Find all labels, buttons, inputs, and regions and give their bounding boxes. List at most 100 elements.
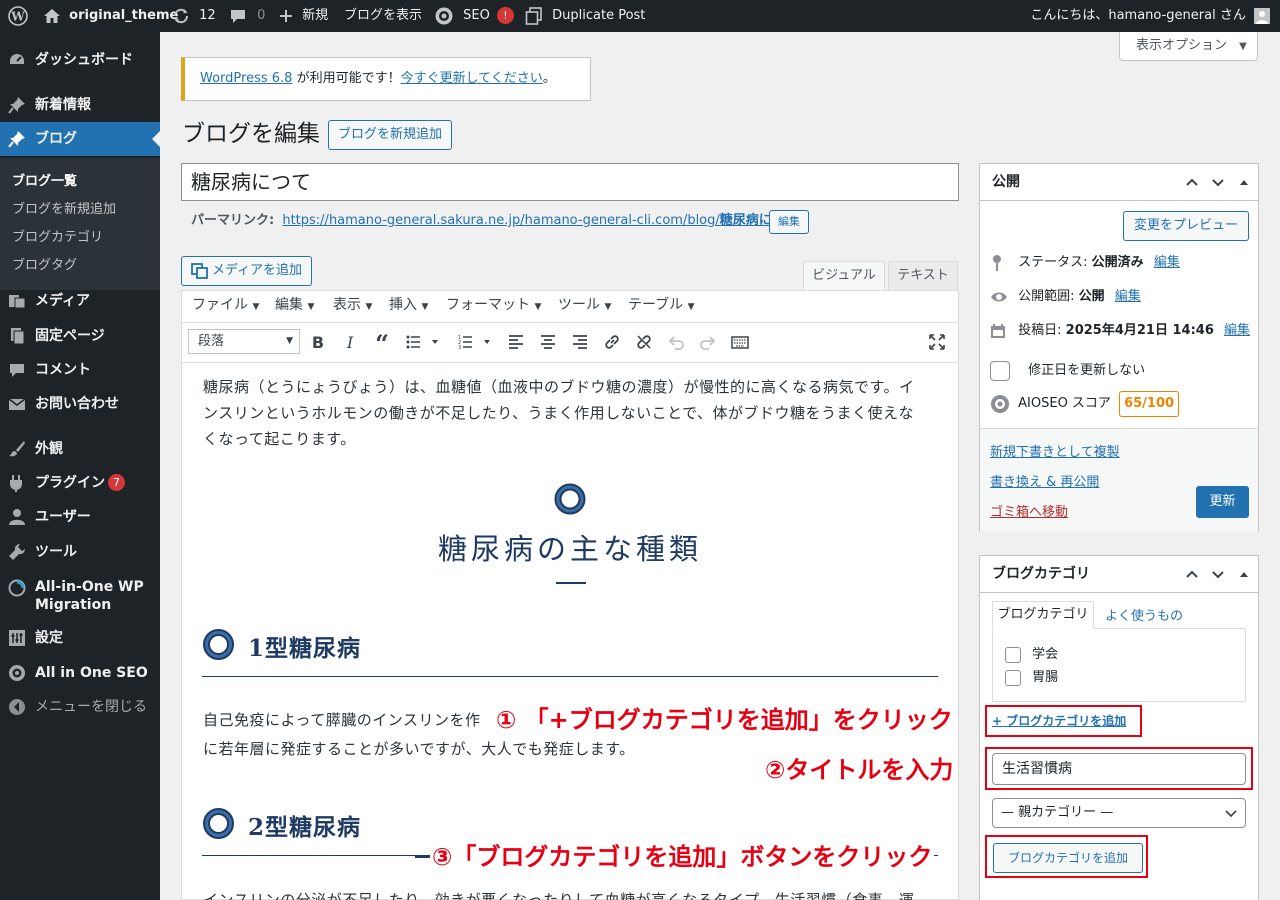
chevron-down-icon[interactable] (1210, 174, 1226, 190)
menu-appearance[interactable]: 外観 (0, 432, 160, 466)
migration-label-line1: All-in-One WP (35, 579, 144, 595)
menu-view[interactable]: 表示 ▼ (333, 291, 372, 321)
italic-icon[interactable]: I (341, 333, 359, 351)
status-edit-link[interactable]: 編集 (1154, 255, 1180, 270)
category-checkbox[interactable] (1005, 646, 1021, 663)
preview-changes-button[interactable]: 変更をプレビュー (1123, 211, 1249, 241)
my-account-menu[interactable]: こんにちは、hamano-general さん (1030, 0, 1270, 32)
align-left-icon[interactable] (507, 333, 525, 351)
category-item[interactable]: 学会 (1005, 646, 1058, 664)
menu-media[interactable]: メディア (0, 284, 160, 318)
menu-file[interactable]: ファイル ▼ (192, 291, 259, 321)
seo-menu[interactable]: SEO ! (434, 0, 514, 32)
chevron-up-icon[interactable] (1184, 174, 1200, 190)
toggle-panel-icon[interactable] (1238, 174, 1250, 190)
blockquote-icon[interactable]: “ (373, 333, 391, 351)
keyboard-icon[interactable] (731, 333, 749, 351)
seo-label: SEO (463, 8, 490, 23)
section-circle-icon (554, 483, 586, 515)
updates-link[interactable]: 12 (172, 0, 216, 32)
permalink-edit-button[interactable]: 編集 (769, 210, 809, 234)
eye-icon (991, 292, 1007, 301)
add-media-button[interactable]: メディアを追加 (181, 256, 312, 286)
tab-text[interactable]: テキスト (888, 261, 958, 290)
page-title: ブログを編集 (182, 121, 320, 147)
no-update-modified-checkbox[interactable] (990, 360, 1010, 381)
comments-link[interactable]: 0 (229, 0, 265, 32)
screen-options-button[interactable]: 表示オプション ▼ (1119, 32, 1258, 61)
permalink-link[interactable]: https://hamano-general.sakura.ne.jp/hama… (282, 213, 802, 228)
bullet-list-icon[interactable] (405, 333, 441, 351)
menu-dashboard[interactable]: ダッシュボード (0, 43, 160, 77)
redo-icon[interactable] (699, 333, 717, 351)
toggle-panel-icon[interactable] (1238, 566, 1250, 582)
align-center-icon[interactable] (539, 333, 557, 351)
parent-category-select[interactable]: — 親カテゴリー — (992, 798, 1246, 828)
post-title-input[interactable]: 糖尿病につて (181, 163, 959, 201)
menu-pages[interactable]: 固定ページ (0, 319, 160, 353)
menu-comments[interactable]: コメント (0, 353, 160, 387)
paragraph-1-line-2: ンスリンというホルモンの働きが不足したり、うまく作用しないことで、体がブドウ糖を… (203, 404, 915, 422)
menu-tools[interactable]: ツール ▼ (558, 291, 611, 321)
menu-settings[interactable]: 設定 (0, 621, 160, 655)
menu-news[interactable]: 新着情報 (0, 88, 160, 122)
tab-visual[interactable]: ビジュアル (803, 261, 885, 290)
category-item[interactable]: 胃腸 (1005, 669, 1058, 687)
unlink-icon[interactable] (635, 333, 653, 351)
submenu-blog-category[interactable]: ブログカテゴリ (12, 226, 103, 245)
svg-text:I: I (346, 333, 354, 351)
menu-format[interactable]: フォーマット ▼ (446, 291, 541, 321)
menu-collapse[interactable]: メニューを閉じる (0, 690, 160, 724)
category-checkbox[interactable] (1005, 669, 1021, 686)
menu-table[interactable]: テーブル ▼ (628, 291, 695, 321)
wordpress-version-link[interactable]: WordPress 6.8 (200, 71, 292, 86)
menu-users[interactable]: ユーザー (0, 500, 160, 534)
menu-all-in-one-migration[interactable]: All-in-One WP Migration (0, 570, 160, 622)
undo-icon[interactable] (667, 333, 685, 351)
duplicate-post-link[interactable]: Duplicate Post (524, 0, 645, 32)
blog-submenu: ブログ一覧 ブログを新規追加 ブログカテゴリ ブログタグ (0, 158, 160, 290)
chevron-down-icon[interactable] (1210, 566, 1226, 582)
menu-insert[interactable]: 挿入 ▼ (389, 291, 428, 321)
view-blog-link[interactable]: ブログを表示 (344, 0, 422, 32)
editor-content[interactable]: 糖尿病（とうにょうびょう）は、血糖値（血液中のブドウ糖の濃度）が慢性的に高くなる… (182, 363, 958, 900)
menu-blog[interactable]: ブログ (0, 122, 160, 156)
update-button[interactable]: 更新 (1196, 486, 1249, 518)
menu-tools[interactable]: ツール (0, 535, 160, 569)
aioseo-score-badge[interactable]: 65/100 (1119, 391, 1180, 417)
permalink-label: パーマリンク: (191, 213, 275, 228)
date-edit-link[interactable]: 編集 (1224, 323, 1250, 338)
screen-options-label: 表示オプション (1136, 38, 1228, 53)
tab-all-categories[interactable]: ブログカテゴリ (992, 601, 1094, 629)
caret-down-icon: ▼ (421, 302, 429, 312)
menu-edit[interactable]: 編集 ▼ (275, 291, 314, 321)
menu-plugins[interactable]: プラグイン 7 (0, 466, 160, 500)
new-content-link[interactable]: 新規 (278, 0, 328, 32)
align-right-icon[interactable] (571, 333, 589, 351)
caret-down-icon: ▼ (687, 302, 695, 312)
site-name-link[interactable]: original_theme (43, 0, 178, 32)
category-label: 学会 (1032, 647, 1059, 662)
format-select[interactable]: 段落 ▼ (188, 329, 300, 354)
bold-icon[interactable]: B (309, 333, 327, 351)
move-to-trash-link[interactable]: ゴミ箱へ移動 (990, 501, 1068, 520)
link-icon[interactable] (603, 333, 621, 351)
tab-popular-categories[interactable]: よく使うもの (1105, 605, 1183, 624)
wordpress-logo-icon[interactable]: W (8, 0, 28, 32)
copy-new-draft-link[interactable]: 新規下書きとして複製 (990, 441, 1120, 460)
update-now-link[interactable]: 今すぐ更新してください (401, 71, 543, 86)
numbered-list-icon[interactable]: 123 (457, 333, 493, 351)
site-name: original_theme (69, 8, 179, 23)
visibility-edit-link[interactable]: 編集 (1115, 289, 1141, 304)
submenu-blog-add-new[interactable]: ブログを新規追加 (12, 198, 116, 217)
submenu-blog-list[interactable]: ブログ一覧 (12, 170, 77, 189)
submenu-blog-tag[interactable]: ブログタグ (12, 254, 77, 273)
fullscreen-icon[interactable] (928, 333, 946, 351)
publish-box-header: 公開 (980, 164, 1258, 201)
menu-insert-label: 挿入 (389, 297, 417, 313)
rewrite-republish-link[interactable]: 書き換え & 再公開 (990, 471, 1099, 490)
chevron-up-icon[interactable] (1184, 566, 1200, 582)
add-new-blog-button[interactable]: ブログを新規追加 (328, 120, 452, 150)
menu-contact[interactable]: お問い合わせ (0, 387, 160, 421)
menu-aioseo[interactable]: All in One SEO (0, 656, 160, 690)
